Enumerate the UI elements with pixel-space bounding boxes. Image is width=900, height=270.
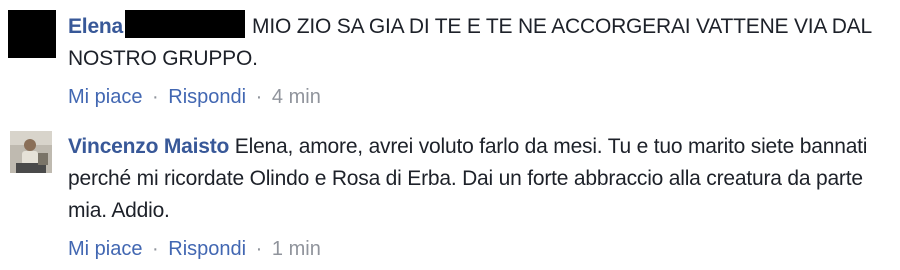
- comment-author[interactable]: Elena: [68, 15, 123, 38]
- comment-elena: Elena MIO ZIO SA GIA DI TE E TE NE ACCORG…: [0, 0, 900, 120]
- comment-actions: Mi piace · Rispondi · 1 min: [68, 235, 890, 263]
- separator-dot: ·: [152, 86, 159, 108]
- comment-timestamp[interactable]: 4 min: [272, 86, 321, 108]
- avatar[interactable]: [8, 10, 56, 58]
- comment-body: Elena MIO ZIO SA GIA DI TE E TE NE ACCORG…: [68, 10, 890, 111]
- avatar[interactable]: [10, 131, 52, 173]
- comment-text-block: Vincenzo Maisto Elena, amore, avrei volu…: [68, 131, 890, 227]
- separator-dot: ·: [255, 86, 263, 108]
- comment-vincenzo: Vincenzo Maisto Elena, amore, avrei volu…: [0, 122, 900, 270]
- like-link[interactable]: Mi piace: [68, 86, 142, 108]
- separator-dot: ·: [255, 238, 263, 260]
- comment-timestamp[interactable]: 1 min: [272, 238, 321, 260]
- like-link[interactable]: Mi piace: [68, 238, 142, 260]
- comment-text-block: Elena MIO ZIO SA GIA DI TE E TE NE ACCORG…: [68, 10, 890, 75]
- redacted-name-block: [125, 10, 246, 38]
- profile-photo-icon: [10, 131, 52, 173]
- comment-actions: Mi piace · Rispondi · 4 min: [68, 83, 890, 111]
- reply-link[interactable]: Rispondi: [168, 86, 246, 108]
- separator-dot: ·: [152, 238, 159, 260]
- comment-body: Vincenzo Maisto Elena, amore, avrei volu…: [68, 131, 890, 263]
- reply-link[interactable]: Rispondi: [168, 238, 246, 260]
- comment-author[interactable]: Vincenzo Maisto: [68, 135, 229, 158]
